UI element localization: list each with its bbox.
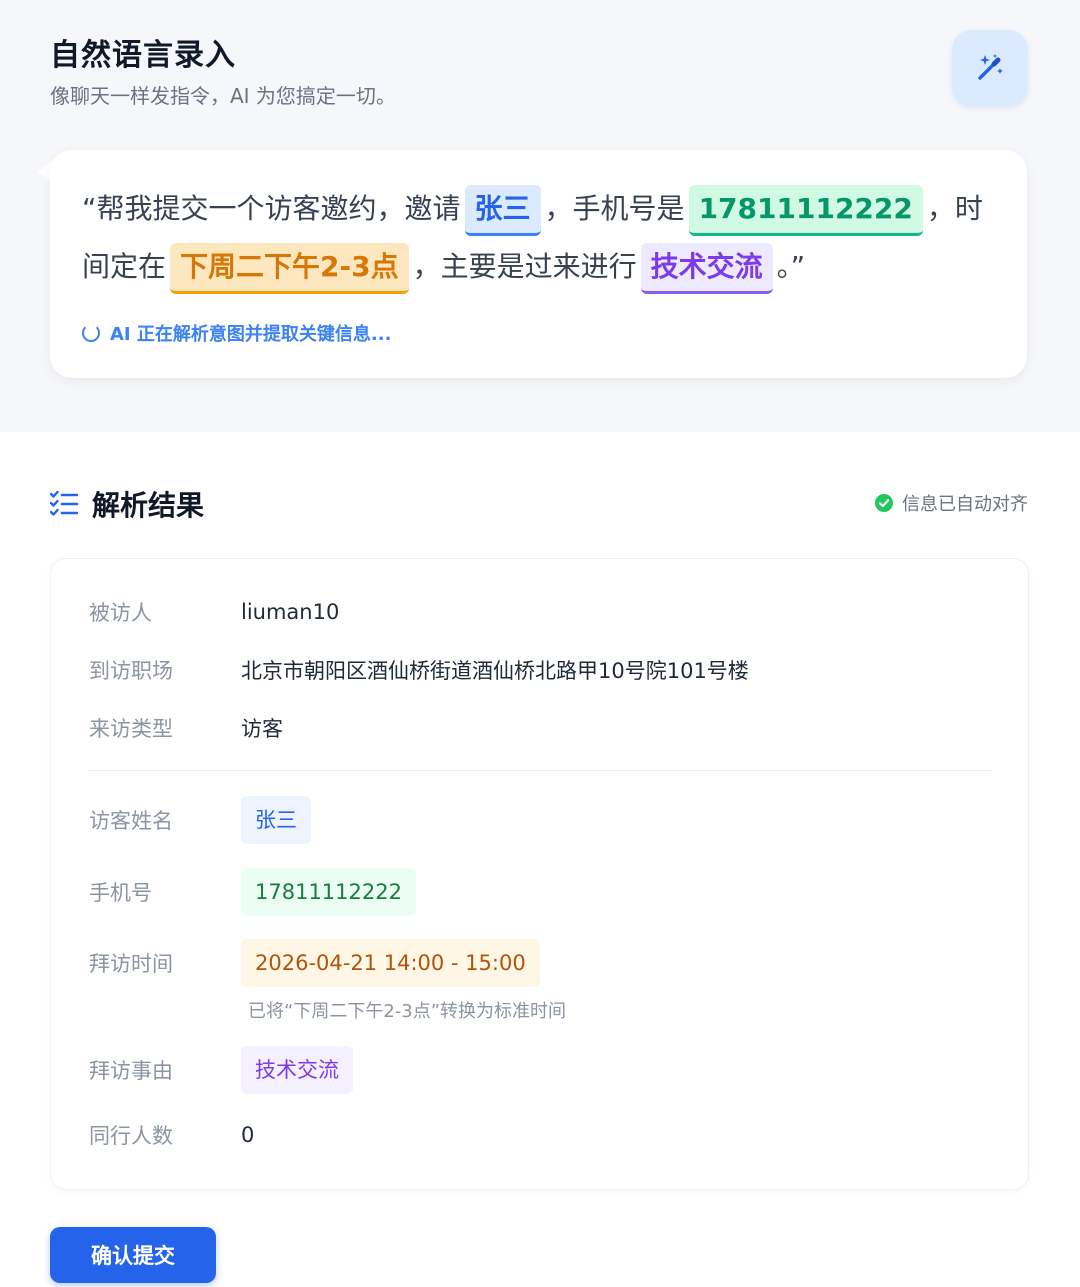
result-header: 解析结果 [50, 484, 204, 524]
field-row-visitor: 访客姓名 张三 [89, 796, 311, 844]
field-row-phone: 手机号 17811112222 [89, 868, 416, 916]
aligned-text: 信息已自动对齐 [902, 494, 1028, 515]
utterance-text: “帮我提交一个访客邀约，邀请 张三 ，手机号是 17811112222 ，时间定在 下周二… [82, 180, 997, 296]
entity-chip-time: 下周二下午2-3点 [170, 243, 409, 294]
divider [89, 770, 991, 771]
entity-chip-name: 张三 [464, 185, 541, 236]
utterance-part: ，手机号是 [544, 192, 685, 225]
field-value-time[interactable]: 2026-04-21 14:00 - 15:00 [241, 939, 540, 987]
field-label: 拜访事由 [89, 1059, 173, 1083]
open-quote: “ [82, 192, 97, 225]
utterance-part: 帮我提交一个访客邀约，邀请 [96, 192, 461, 225]
utterance-part: ，主要是过来进行 [412, 250, 637, 283]
field-row-site: 到访职场 北京市朝阳区酒仙桥街道酒仙桥北路甲10号院101号楼 [89, 655, 749, 685]
checklist-icon [50, 491, 78, 516]
time-conversion-hint: 已将“下周二下午2-3点”转换为标准时间 [248, 1001, 567, 1022]
close-quote: ” [790, 250, 806, 283]
parsing-status: AI 正在解析意图并提取关键信息... [82, 320, 391, 346]
confirm-submit-button[interactable]: 确认提交 [50, 1227, 216, 1283]
parsing-status-text: AI 正在解析意图并提取关键信息... [110, 324, 392, 345]
field-value-site: 北京市朝阳区酒仙桥街道酒仙桥北路甲10号院101号楼 [241, 659, 749, 683]
field-label: 到访职场 [89, 659, 173, 683]
page-subtitle: 像聊天一样发指令，AI 为您搞定一切。 [50, 84, 396, 108]
check-circle-icon [875, 494, 893, 512]
utterance-part: 。 [776, 250, 791, 283]
field-value-host: liuman10 [241, 600, 340, 624]
result-card: 被访人 liuman10 到访职场 北京市朝阳区酒仙桥街道酒仙桥北路甲10号院1… [50, 558, 1029, 1190]
magic-wand-button[interactable] [952, 30, 1028, 106]
page-title: 自然语言录入 [50, 38, 236, 73]
field-value-type: 访客 [241, 717, 283, 741]
field-label: 同行人数 [89, 1124, 173, 1148]
input-section: 自然语言录入 像聊天一样发指令，AI 为您搞定一切。 “帮我提交一个访客邀约，邀… [0, 0, 1080, 432]
utterance-bubble: “帮我提交一个访客邀约，邀请 张三 ，手机号是 17811112222 ，时间定在 下周二… [50, 150, 1027, 378]
field-label: 被访人 [89, 601, 152, 625]
field-value-phone[interactable]: 17811112222 [241, 868, 416, 916]
field-row-companions: 同行人数 0 [89, 1120, 254, 1150]
field-row-host: 被访人 liuman10 [89, 597, 339, 627]
field-value-companions[interactable]: 0 [241, 1123, 254, 1147]
field-row-time: 拜访时间 2026-04-21 14:00 - 15:00 [89, 939, 540, 987]
field-value-visitor[interactable]: 张三 [241, 796, 311, 844]
field-label: 拜访时间 [89, 952, 173, 976]
entity-chip-phone: 17811112222 [688, 185, 923, 236]
aligned-status: 信息已自动对齐 [874, 490, 1028, 516]
result-title: 解析结果 [92, 489, 205, 522]
field-row-reason: 拜访事由 技术交流 [89, 1046, 353, 1094]
field-label: 访客姓名 [89, 809, 173, 833]
field-label: 手机号 [89, 881, 152, 905]
entity-chip-reason: 技术交流 [640, 243, 773, 294]
field-label: 来访类型 [89, 717, 173, 741]
field-row-type: 来访类型 访客 [89, 713, 283, 743]
loading-spinner-icon [82, 324, 100, 342]
field-value-reason[interactable]: 技术交流 [241, 1046, 353, 1094]
magic-wand-icon [978, 54, 1003, 80]
